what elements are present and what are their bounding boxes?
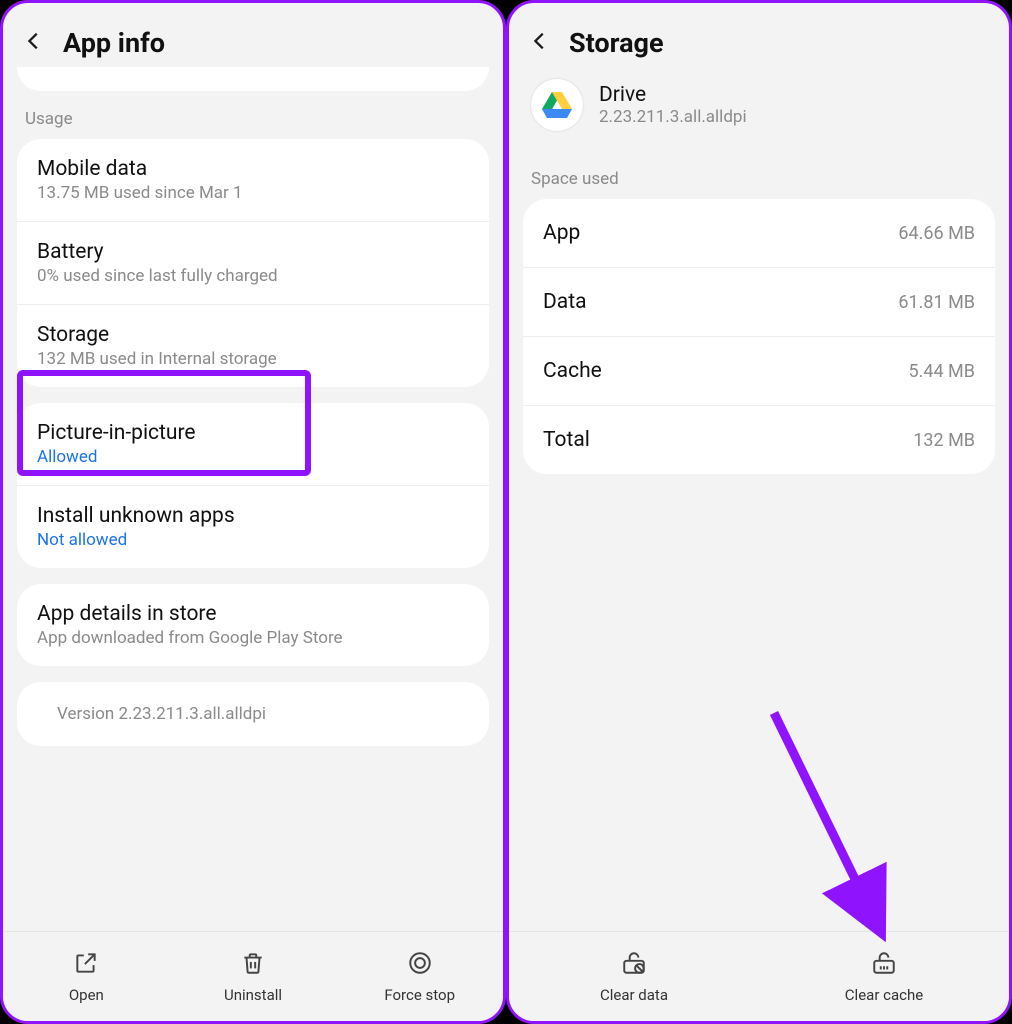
row-data-val: 61.81 MB (898, 292, 975, 313)
pip-item[interactable]: Picture-in-picture Allowed (17, 403, 489, 486)
unknown-apps-item[interactable]: Install unknown apps Not allowed (17, 486, 489, 568)
space-used-card: App 64.66 MB Data 61.81 MB Cache 5.44 MB… (523, 199, 995, 474)
prev-card-stub (17, 67, 489, 91)
version-text: Version 2.23.211.3.all.alldpi (37, 704, 469, 724)
battery-title: Battery (37, 240, 469, 264)
storage-item[interactable]: Storage 132 MB used in Internal storage (17, 305, 489, 387)
header: Storage (509, 3, 1009, 67)
section-usage-label: Usage (17, 91, 489, 139)
clear-data-label: Clear data (600, 986, 668, 1004)
row-cache-val: 5.44 MB (909, 361, 976, 382)
mobile-data-item[interactable]: Mobile data 13.75 MB used since Mar 1 (17, 139, 489, 222)
row-app: App 64.66 MB (523, 199, 995, 268)
open-button[interactable]: Open (3, 932, 170, 1021)
content-scroll[interactable]: Drive 2.23.211.3.all.alldpi Space used A… (509, 67, 1009, 931)
trash-icon (240, 950, 266, 980)
storage-title: Storage (37, 323, 469, 347)
battery-sub: 0% used since last fully charged (37, 266, 469, 286)
stop-icon (407, 950, 433, 980)
page-title: App info (63, 27, 165, 59)
row-data: Data 61.81 MB (523, 268, 995, 337)
app-details-item[interactable]: App details in store App downloaded from… (17, 584, 489, 666)
uninstall-button[interactable]: Uninstall (170, 932, 337, 1021)
details-sub: App downloaded from Google Play Store (37, 628, 469, 648)
app-header-row: Drive 2.23.211.3.all.alldpi (523, 67, 995, 151)
details-title: App details in store (37, 602, 469, 626)
drive-app-icon (531, 79, 583, 131)
phone-storage: Storage Drive 2.23.211.3.all.alldpi Spac… (506, 0, 1012, 1024)
section-space-label: Space used (523, 151, 995, 199)
row-cache: Cache 5.44 MB (523, 337, 995, 406)
row-cache-label: Cache (543, 359, 602, 383)
row-total: Total 132 MB (523, 406, 995, 474)
clear-cache-button[interactable]: Clear cache (759, 932, 1009, 1021)
battery-item[interactable]: Battery 0% used since last fully charged (17, 222, 489, 305)
row-app-val: 64.66 MB (898, 223, 975, 244)
clear-data-icon (621, 950, 647, 980)
unknown-title: Install unknown apps (37, 504, 469, 528)
clear-cache-icon (871, 950, 897, 980)
row-total-val: 132 MB (913, 430, 975, 451)
app-name: Drive (599, 83, 747, 107)
app-version: 2.23.211.3.all.alldpi (599, 107, 747, 127)
row-data-label: Data (543, 290, 587, 314)
unknown-sub: Not allowed (37, 530, 469, 550)
row-app-label: App (543, 221, 580, 245)
force-stop-label: Force stop (384, 986, 455, 1004)
clear-cache-label: Clear cache (845, 986, 923, 1004)
mobile-data-title: Mobile data (37, 157, 469, 181)
force-stop-button[interactable]: Force stop (336, 932, 503, 1021)
back-icon[interactable] (529, 30, 551, 56)
back-icon[interactable] (23, 30, 45, 56)
storage-sub: 132 MB used in Internal storage (37, 349, 469, 369)
pip-title: Picture-in-picture (37, 421, 469, 445)
open-icon (73, 950, 99, 980)
phone-app-info: App info Usage Mobile data 13.75 MB used… (0, 0, 506, 1024)
content-scroll[interactable]: Usage Mobile data 13.75 MB used since Ma… (3, 67, 503, 931)
header: App info (3, 3, 503, 67)
page-title: Storage (569, 27, 664, 59)
bottom-bar: Open Uninstall Force stop (3, 931, 503, 1021)
mobile-data-sub: 13.75 MB used since Mar 1 (37, 183, 469, 203)
clear-data-button[interactable]: Clear data (509, 932, 759, 1021)
bottom-bar: Clear data Clear cache (509, 931, 1009, 1021)
uninstall-label: Uninstall (224, 986, 282, 1004)
pip-sub: Allowed (37, 447, 469, 467)
version-card: Version 2.23.211.3.all.alldpi (17, 682, 489, 746)
permissions-card: Picture-in-picture Allowed Install unkno… (17, 403, 489, 568)
details-card: App details in store App downloaded from… (17, 584, 489, 666)
row-total-label: Total (543, 428, 590, 452)
usage-card: Mobile data 13.75 MB used since Mar 1 Ba… (17, 139, 489, 387)
open-label: Open (69, 986, 104, 1004)
